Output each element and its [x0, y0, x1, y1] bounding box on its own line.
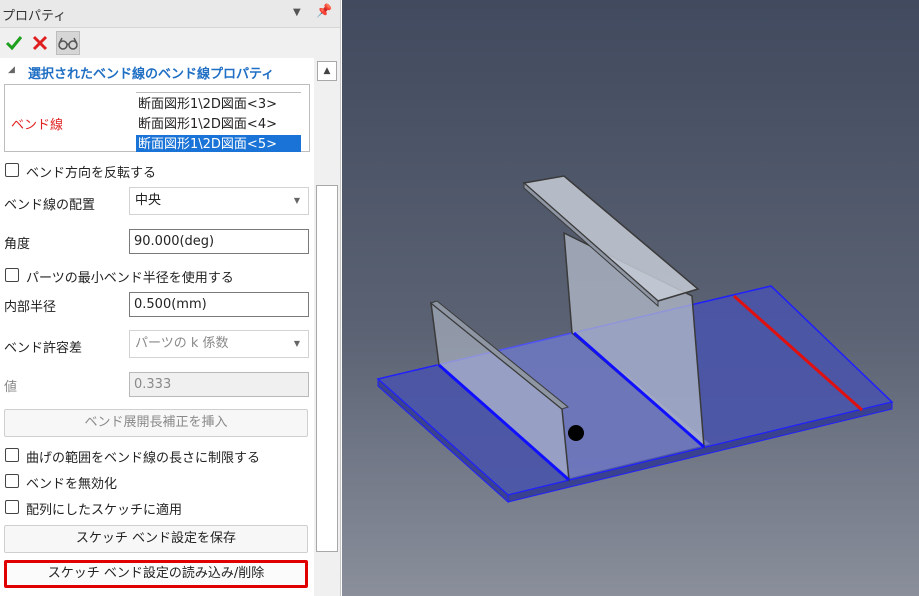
bendline-item-selected[interactable]: 断面図形1\2D図面<5>: [136, 135, 301, 152]
use-min-radius-row[interactable]: パーツの最小ベンド半径を使用する: [4, 266, 310, 286]
load-settings-button[interactable]: スケッチ ベンド設定の読み込み/削除: [4, 560, 308, 588]
placement-label: ベンド線の配置: [4, 198, 96, 213]
inner-radius-row: 内部半径 0.500(mm): [4, 292, 310, 319]
bendline-group: ベンド線 断面図形1\2D図面<3> 断面図形1\2D図面<4> 断面図形1\2…: [4, 84, 310, 152]
limit-range-row[interactable]: 曲げの範囲をベンド線の長さに制限する: [4, 446, 310, 466]
bendline-label: ベンド線: [11, 118, 64, 133]
allowance-label: ベンド許容差: [4, 341, 83, 356]
cancel-button[interactable]: [28, 31, 52, 55]
angle-row: 角度 90.000(deg): [4, 229, 310, 256]
section-title: 選択されたベンド線のベンド線プロパティ: [28, 67, 275, 82]
bendline-list[interactable]: 断面図形1\2D図面<3> 断面図形1\2D図面<4> 断面図形1\2D図面<5…: [136, 92, 301, 152]
scroll-thumb[interactable]: [316, 185, 338, 552]
panel-content: ◢ 選択されたベンド線のベンド線プロパティ ベンド線 断面図形1\2D図面<3>…: [0, 58, 314, 596]
3d-viewport[interactable]: [342, 0, 919, 596]
allowance-value: パーツの k 係数: [135, 336, 229, 351]
disable-bend-checkbox[interactable]: [5, 474, 19, 488]
scroll-up-icon[interactable]: ▲: [317, 61, 337, 81]
disable-bend-label: ベンドを無効化: [26, 477, 118, 492]
value-row: 値 0.333: [4, 372, 310, 399]
apply-pattern-row[interactable]: 配列にしたスケッチに適用: [4, 498, 310, 518]
collapse-triangle-icon[interactable]: ◢: [8, 65, 15, 75]
pin-icon[interactable]: 📌: [316, 4, 332, 19]
property-panel: プロパティ ▼ 📌 ◢ 選択されたベンド線のベンド線プロパティ ベンド線 断面図…: [0, 0, 341, 596]
panel-titlebar: プロパティ ▼ 📌: [0, 0, 340, 28]
panel-title: プロパティ: [2, 9, 67, 24]
angle-input[interactable]: 90.000(deg): [129, 229, 309, 254]
limit-range-label: 曲げの範囲をベンド線の長さに制限する: [26, 451, 261, 466]
ok-button[interactable]: [2, 31, 26, 55]
use-min-radius-checkbox[interactable]: [5, 268, 19, 282]
insert-allowance-button[interactable]: ベンド展開長補正を挿入: [4, 409, 308, 437]
reverse-direction-label: ベンド方向を反転する: [26, 166, 157, 181]
value-input[interactable]: 0.333: [129, 372, 309, 397]
value-label: 値: [4, 380, 18, 395]
disable-bend-row[interactable]: ベンドを無効化: [4, 472, 310, 492]
sheet-metal-model[interactable]: [342, 0, 919, 596]
glasses-icon: [58, 37, 78, 50]
allowance-select[interactable]: パーツの k 係数 ▼: [129, 330, 309, 358]
reverse-direction-row[interactable]: ベンド方向を反転する: [4, 161, 310, 181]
use-min-radius-label: パーツの最小ベンド半径を使用する: [26, 271, 234, 286]
inner-radius-label: 内部半径: [4, 300, 57, 315]
apply-pattern-label: 配列にしたスケッチに適用: [26, 503, 183, 518]
placement-row: ベンド線の配置 中央 ▼: [4, 187, 310, 217]
save-settings-button[interactable]: スケッチ ベンド設定を保存: [4, 525, 308, 553]
section-header[interactable]: ◢ 選択されたベンド線のベンド線プロパティ: [0, 60, 314, 84]
scrollbar[interactable]: ▲: [314, 58, 340, 596]
cross-icon: [32, 35, 48, 51]
angle-label: 角度: [4, 237, 31, 252]
preview-button[interactable]: [56, 31, 80, 55]
selection-point: [568, 425, 584, 441]
panel-toolbar: [0, 28, 340, 58]
bendline-item[interactable]: 断面図形1\2D図面<4>: [136, 115, 301, 135]
chevron-down-icon: ▼: [293, 339, 300, 348]
bendline-item[interactable]: 断面図形1\2D図面<3>: [136, 95, 301, 115]
inner-radius-input[interactable]: 0.500(mm): [129, 292, 309, 317]
limit-range-checkbox[interactable]: [5, 448, 19, 462]
checkmark-icon: [5, 36, 23, 51]
chevron-down-icon: ▼: [293, 196, 300, 205]
reverse-direction-checkbox[interactable]: [5, 163, 19, 177]
dropdown-arrow-icon[interactable]: ▼: [293, 7, 301, 18]
placement-value: 中央: [135, 193, 162, 208]
allowance-row: ベンド許容差 パーツの k 係数 ▼: [4, 330, 310, 360]
placement-select[interactable]: 中央 ▼: [129, 187, 309, 215]
apply-pattern-checkbox[interactable]: [5, 500, 19, 514]
